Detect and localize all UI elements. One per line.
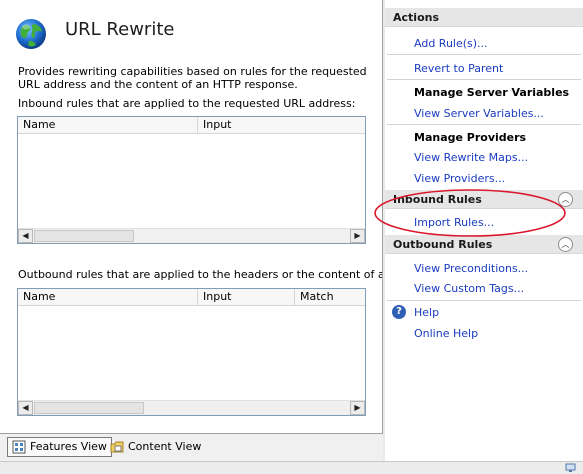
revert-to-parent-link[interactable]: Revert to Parent	[414, 62, 503, 75]
globe-icon	[16, 19, 46, 49]
collapse-icon[interactable]: ︿	[558, 192, 573, 207]
inbound-horizontal-scrollbar[interactable]: ◀ ▶	[18, 228, 365, 243]
outbound-rules-caption: Outbound rules that are applied to the h…	[18, 268, 383, 281]
features-panel: URL Rewrite Provides rewriting capabilit…	[0, 0, 383, 434]
inbound-rules-list[interactable]: Name Input ◀ ▶	[17, 116, 366, 244]
inbound-rules-header: Name Input	[18, 117, 365, 134]
inbound-rules-caption: Inbound rules that are applied to the re…	[18, 97, 356, 110]
collapse-icon[interactable]: ︿	[558, 237, 573, 252]
scroll-thumb[interactable]	[34, 230, 134, 242]
scroll-left-icon[interactable]: ◀	[18, 401, 33, 415]
view-server-variables-link[interactable]: View Server Variables...	[414, 107, 544, 120]
column-header-match[interactable]: Match	[295, 289, 366, 306]
outbound-rules-title: Outbound Rules	[393, 238, 493, 251]
view-rewrite-maps-link[interactable]: View Rewrite Maps...	[414, 151, 528, 164]
column-header-name[interactable]: Name	[18, 289, 198, 306]
scroll-right-icon[interactable]: ▶	[350, 229, 365, 243]
features-view-label: Features View	[30, 440, 107, 453]
manage-server-variables-heading: Manage Server Variables	[414, 86, 570, 99]
add-rules-link[interactable]: Add Rule(s)...	[414, 37, 488, 50]
content-view-label: Content View	[128, 440, 202, 453]
inbound-rules-section-header[interactable]: Inbound Rules ︿	[385, 190, 583, 209]
view-providers-link[interactable]: View Providers...	[414, 172, 505, 185]
page-title: URL Rewrite	[65, 19, 175, 40]
help-link[interactable]: Help	[414, 306, 439, 319]
content-view-icon	[110, 441, 124, 453]
inbound-rules-title: Inbound Rules	[393, 193, 482, 206]
outbound-rules-list[interactable]: Name Input Match ◀ ▶	[17, 288, 366, 416]
actions-title: Actions	[393, 11, 439, 24]
column-header-input[interactable]: Input	[198, 289, 295, 306]
network-status-icon	[565, 463, 576, 472]
actions-header: Actions	[385, 8, 583, 27]
manage-providers-heading: Manage Providers	[414, 131, 527, 144]
online-help-link[interactable]: Online Help	[414, 327, 478, 340]
help-icon: ?	[392, 305, 406, 319]
outbound-rules-header: Name Input Match	[18, 289, 365, 306]
import-rules-link[interactable]: Import Rules...	[414, 216, 494, 229]
outbound-horizontal-scrollbar[interactable]: ◀ ▶	[18, 400, 365, 415]
divider	[387, 79, 581, 80]
feature-description: Provides rewriting capabilities based on…	[18, 65, 367, 91]
divider	[387, 300, 581, 301]
view-switcher-bar: Features View Content View	[0, 434, 383, 461]
content-view-button[interactable]: Content View	[105, 437, 206, 457]
scroll-thumb[interactable]	[34, 402, 144, 414]
actions-pane: Actions Add Rule(s)... Revert to Parent …	[385, 0, 583, 461]
column-header-name[interactable]: Name	[18, 117, 198, 134]
view-custom-tags-link[interactable]: View Custom Tags...	[414, 282, 524, 295]
divider	[387, 124, 581, 125]
features-view-icon	[12, 440, 26, 454]
divider	[387, 54, 581, 55]
status-bar	[0, 461, 583, 474]
view-preconditions-link[interactable]: View Preconditions...	[414, 262, 528, 275]
outbound-rules-section-header[interactable]: Outbound Rules ︿	[385, 235, 583, 254]
column-header-input[interactable]: Input	[198, 117, 366, 134]
scroll-left-icon[interactable]: ◀	[18, 229, 33, 243]
features-view-button[interactable]: Features View	[7, 437, 112, 457]
scroll-right-icon[interactable]: ▶	[350, 401, 365, 415]
